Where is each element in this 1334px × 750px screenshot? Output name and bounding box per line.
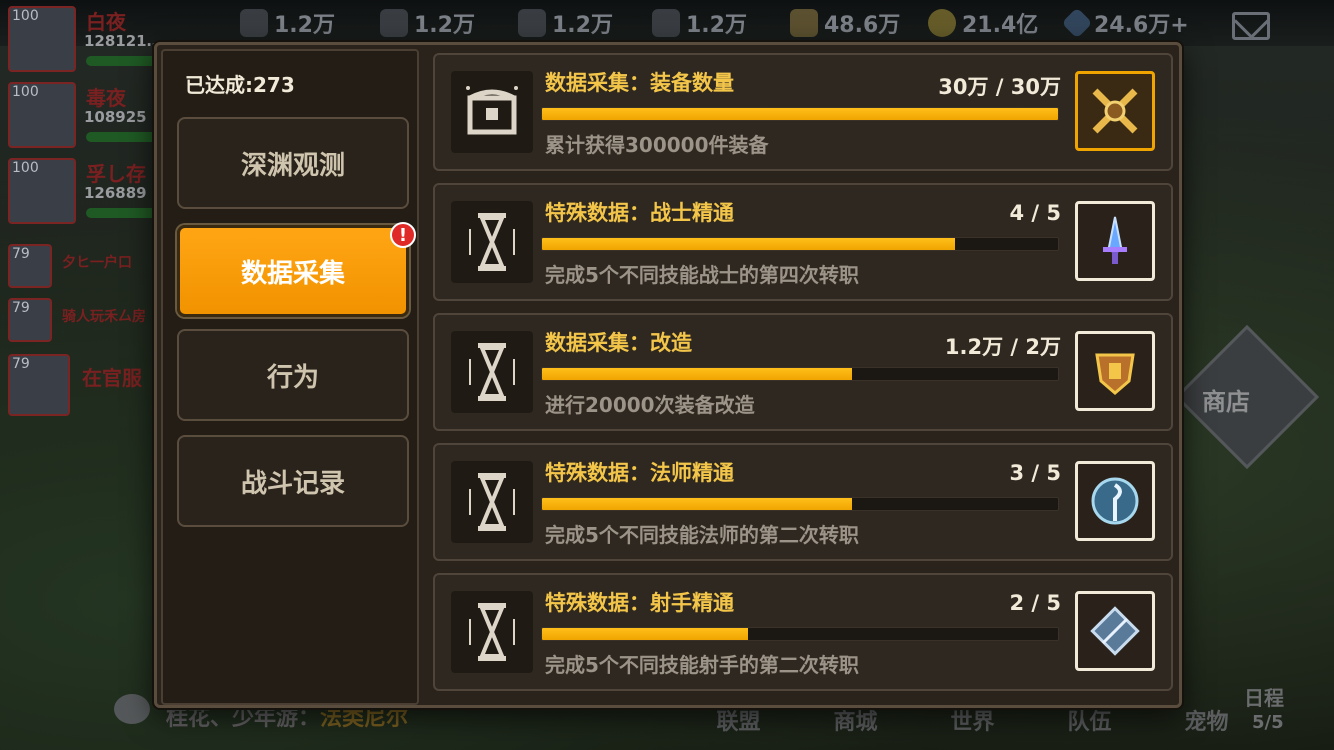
gold-coin-icon <box>928 9 956 37</box>
achievement-card[interactable]: 特殊数据：法师精通 3 / 5 完成5个不同技能法师的第二次转职 <box>433 443 1173 561</box>
progress-fill <box>542 368 852 380</box>
category-sidebar: 已达成:273 深渊观测 数据采集 ! 行为 战斗记录 <box>161 49 419 705</box>
alert-badge: ! <box>390 222 416 248</box>
crossed-swords-reward-icon[interactable] <box>1075 71 1155 151</box>
resource-wood: 1.2万 <box>652 6 747 40</box>
anvil-crest-reward-icon[interactable] <box>1075 331 1155 411</box>
progress-fill <box>542 108 1058 120</box>
hourglass-icon <box>451 201 533 283</box>
nav-mall[interactable]: 商城 <box>797 704 914 736</box>
resource-gem: 24.6万+ <box>1061 6 1189 40</box>
tab-behavior[interactable]: 行为 <box>177 329 409 421</box>
hp-bar <box>86 208 162 218</box>
chat-icon[interactable] <box>114 694 150 724</box>
resource-ore: 1.2万 <box>380 6 475 40</box>
bottom-nav: 联盟 商城 世界 队伍 宠物 <box>680 704 1265 736</box>
hp-bar <box>86 132 162 142</box>
progress-fill <box>542 628 749 640</box>
progress-bar <box>541 367 1059 381</box>
resource-crystal: 1.2万 <box>518 6 613 40</box>
progress-fill <box>542 498 852 510</box>
hourglass-icon <box>451 461 533 543</box>
schedule-count: 5/5 <box>1252 712 1284 733</box>
achievement-card[interactable]: 特殊数据：战士精通 4 / 5 完成5个不同技能战士的第四次转职 <box>433 183 1173 301</box>
achievement-card[interactable]: 数据采集：装备数量 30万 / 30万 累计获得300000件装备 <box>433 53 1173 171</box>
progress-bar <box>541 107 1059 121</box>
staff-reward-icon[interactable] <box>1075 461 1155 541</box>
progress-bar <box>541 497 1059 511</box>
shop-label: 商店 <box>1202 388 1250 416</box>
wheat-icon <box>790 9 818 37</box>
bow-reward-icon[interactable] <box>1075 591 1155 671</box>
chest-icon <box>451 71 533 153</box>
nav-alliance[interactable]: 联盟 <box>680 704 797 736</box>
progress-bar <box>541 237 1059 251</box>
tab-abyss-observation[interactable]: 深渊观测 <box>177 117 409 209</box>
sword-reward-icon[interactable] <box>1075 201 1155 281</box>
nav-team[interactable]: 队伍 <box>1031 704 1148 736</box>
mail-icon[interactable] <box>1232 12 1270 40</box>
schedule-label[interactable]: 日程 <box>1244 682 1284 711</box>
wood-icon <box>652 9 680 37</box>
nav-world[interactable]: 世界 <box>914 704 1031 736</box>
achievement-panel: 已达成:273 深渊观测 数据采集 ! 行为 战斗记录 数据采集：装备数量 30… <box>154 42 1182 708</box>
achieved-count: 已达成:273 <box>185 73 295 97</box>
hp-bar <box>86 56 162 66</box>
gem-icon <box>1061 7 1093 39</box>
progress-fill <box>542 238 955 250</box>
resource-stone: 1.2万 <box>240 6 335 40</box>
achievement-card[interactable]: 特殊数据：射手精通 2 / 5 完成5个不同技能射手的第二次转职 <box>433 573 1173 691</box>
crystal-icon <box>518 9 546 37</box>
resource-gold: 21.4亿 <box>928 6 1038 40</box>
hourglass-icon <box>451 591 533 673</box>
tab-battle-record[interactable]: 战斗记录 <box>177 435 409 527</box>
stone-icon <box>240 9 268 37</box>
hourglass-icon <box>451 331 533 413</box>
ore-icon <box>380 9 408 37</box>
progress-bar <box>541 627 1059 641</box>
achievement-card[interactable]: 数据采集：改造 1.2万 / 2万 进行20000次装备改造 <box>433 313 1173 431</box>
tab-data-collection[interactable]: 数据采集 ! <box>177 222 416 317</box>
resource-wheat: 48.6万 <box>790 6 900 40</box>
